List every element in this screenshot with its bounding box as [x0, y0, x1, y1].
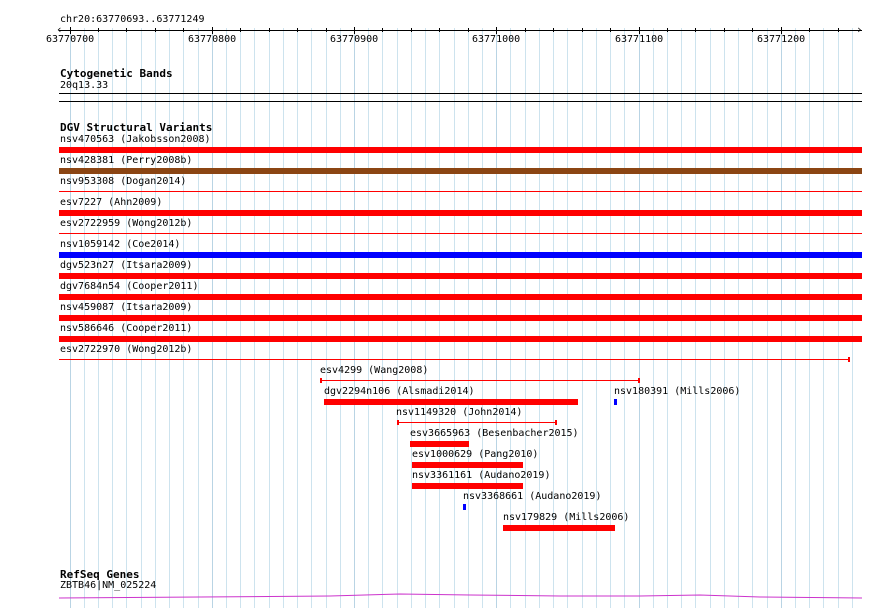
dgv-feature-label[interactable]: nsv180391 (Mills2006) [614, 386, 740, 398]
dgv-feature-endcap [638, 378, 640, 383]
dgv-feature-label[interactable]: esv1000629 (Pang2010) [412, 449, 538, 461]
dgv-feature-bar[interactable] [503, 525, 615, 531]
refseq-gene-line[interactable] [58, 593, 863, 599]
dgv-feature-bar[interactable] [59, 294, 862, 300]
dgv-feature-label[interactable]: nsv953308 (Dogan2014) [60, 176, 186, 188]
dgv-feature-label[interactable]: nsv428381 (Perry2008b) [60, 155, 192, 167]
dgv-feature-label[interactable]: esv7227 (Ahn2009) [60, 197, 162, 209]
dgv-feature-label[interactable]: nsv1149320 (John2014) [396, 407, 522, 419]
dgv-feature-label[interactable]: nsv3368661 (Audano2019) [463, 491, 601, 503]
dgv-feature-bar[interactable] [59, 315, 862, 321]
cytoband-label[interactable]: 20q13.33 [60, 80, 108, 92]
dgv-feature-bar[interactable] [463, 504, 466, 510]
dgv-feature-endcap [397, 420, 399, 425]
dgv-feature-endcap [555, 420, 557, 425]
dgv-feature-endcap [320, 378, 322, 383]
dgv-feature-label[interactable]: nsv586646 (Cooper2011) [60, 323, 192, 335]
dgv-feature-bar[interactable] [59, 336, 862, 342]
cytoband-bar-top [59, 93, 862, 94]
dgv-feature-bar[interactable] [614, 399, 617, 405]
tracks: Cytogenetic Bands 20q13.33 DGV Structura… [0, 0, 890, 608]
dgv-feature-label[interactable]: dgv7684n54 (Cooper2011) [60, 281, 198, 293]
cytoband-track-title[interactable]: Cytogenetic Bands [60, 67, 173, 80]
dgv-feature-bar[interactable] [410, 441, 469, 447]
dgv-track-title[interactable]: DGV Structural Variants [60, 121, 212, 134]
dgv-feature-label[interactable]: esv4299 (Wang2008) [320, 365, 428, 377]
dgv-feature-bar[interactable] [324, 399, 578, 405]
dgv-feature-label[interactable]: nsv470563 (Jakobsson2008) [60, 134, 211, 146]
dgv-feature-label[interactable]: nsv3361161 (Audano2019) [412, 470, 550, 482]
dgv-feature-label[interactable]: esv2722959 (Wong2012b) [60, 218, 192, 230]
dgv-feature-label[interactable]: esv3665963 (Besenbacher2015) [410, 428, 579, 440]
dgv-feature-bar[interactable] [59, 252, 862, 258]
dgv-feature-bar[interactable] [397, 422, 557, 423]
dgv-feature-bar[interactable] [59, 359, 849, 360]
dgv-feature-bar[interactable] [320, 380, 640, 381]
dgv-feature-bar[interactable] [59, 210, 862, 216]
dgv-feature-label[interactable]: dgv2294n106 (Alsmadi2014) [324, 386, 475, 398]
dgv-feature-label[interactable]: nsv459087 (Itsara2009) [60, 302, 192, 314]
dgv-feature-bar[interactable] [412, 483, 523, 489]
dgv-feature-bar[interactable] [59, 147, 862, 153]
dgv-feature-label[interactable]: dgv523n27 (Itsara2009) [60, 260, 192, 272]
dgv-feature-label[interactable]: esv2722970 (Wong2012b) [60, 344, 192, 356]
dgv-feature-bar[interactable] [59, 273, 862, 279]
dgv-feature-bar[interactable] [59, 233, 862, 234]
dgv-feature-endcap [848, 357, 850, 362]
cytoband-bar-bottom [59, 101, 862, 102]
genome-browser-view: chr20:63770693..63771249 ‹ › 63770700 63770… [0, 0, 890, 608]
dgv-feature-bar[interactable] [59, 191, 862, 192]
dgv-feature-label[interactable]: nsv179829 (Mills2006) [503, 512, 629, 524]
dgv-feature-bar[interactable] [412, 462, 523, 468]
dgv-feature-label[interactable]: nsv1059142 (Coe2014) [60, 239, 180, 251]
dgv-feature-bar[interactable] [59, 168, 862, 174]
refseq-gene-glyph[interactable] [0, 590, 890, 608]
